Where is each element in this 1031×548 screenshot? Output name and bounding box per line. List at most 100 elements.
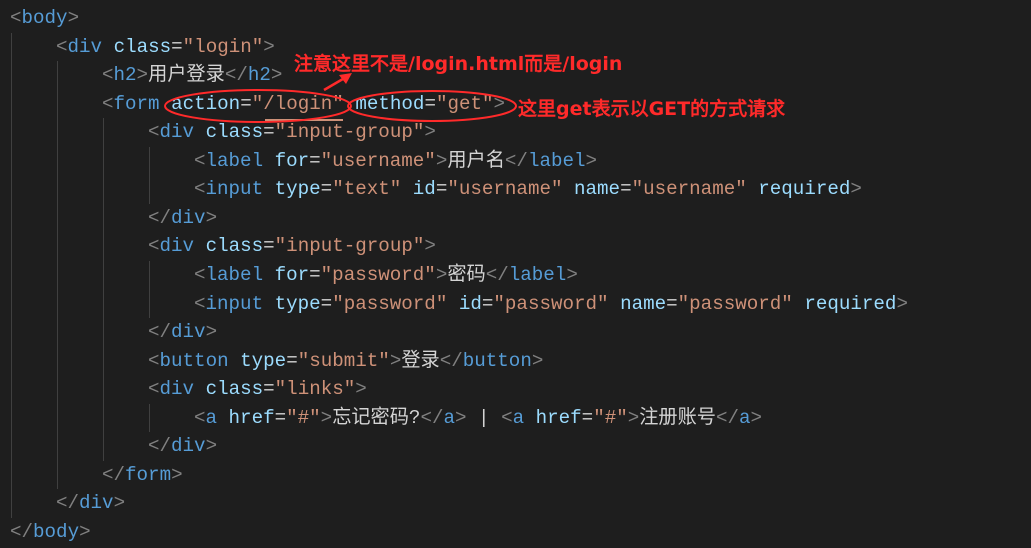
token-eq: = (435, 178, 448, 201)
token-b: > (435, 263, 448, 286)
token-b: > (750, 406, 763, 429)
token-b: </ (420, 406, 444, 429)
token-b: > (566, 263, 578, 286)
code-line[interactable]: </form> (102, 461, 183, 489)
token-b: < (194, 149, 206, 172)
token-attr: class (113, 35, 172, 58)
code-editor[interactable]: <body> <div class="login"> <h2>用户登录</h2> <f… (0, 0, 1031, 548)
token-b: < (148, 121, 160, 144)
code-line[interactable]: <form action="/login" method="get"> (102, 90, 505, 118)
token-tag: a (443, 406, 455, 429)
token-b: > (493, 92, 506, 115)
indent-guide (103, 118, 104, 461)
token-tag: form (113, 92, 160, 115)
token-txt: 注册账号 (639, 406, 716, 429)
code-line[interactable]: <button type="submit">登录</button> (148, 347, 543, 375)
code-line[interactable]: <label for="password">密码</label> (194, 261, 578, 289)
annotation-method-note: 这里get表示以GET的方式请求 (518, 98, 786, 120)
token-attr: required (804, 292, 897, 315)
token-txt: 用户登录 (148, 64, 225, 87)
token-b: </ (439, 349, 463, 372)
token-b: < (148, 349, 160, 372)
token-str: "password" (677, 292, 793, 315)
code-line[interactable]: </body> (10, 518, 91, 546)
token-b: > (67, 7, 80, 29)
token-b: < (194, 263, 206, 286)
token-str: "#" (286, 406, 321, 429)
token-b: > (136, 64, 149, 87)
token-b: < (194, 178, 206, 201)
token-tag: body (21, 7, 68, 29)
token-tag: label (508, 263, 567, 286)
token-txt: 登录 (401, 349, 440, 372)
token-tag: div (79, 492, 114, 515)
code-line[interactable]: <body> (10, 4, 79, 32)
token-attr: href (535, 406, 582, 429)
code-line[interactable]: <label for="username">用户名</label> (194, 147, 597, 175)
token-tag: label (205, 149, 264, 172)
token-b: > (424, 235, 436, 258)
token-str: "username" (631, 178, 747, 201)
token-b: > (320, 406, 333, 429)
token-tag: form (125, 463, 172, 486)
code-line[interactable]: </div> (148, 204, 217, 232)
code-line[interactable]: <input type="text" id="username" name="u… (194, 175, 862, 203)
code-line[interactable]: <div class="input-group"> (148, 232, 436, 260)
token-attr: type (274, 292, 321, 315)
token-b: < (56, 35, 68, 58)
token-b: > (205, 321, 218, 344)
token-txt: 用户名 (447, 149, 505, 172)
token-str: "text" (332, 178, 402, 201)
token-b: > (435, 149, 448, 172)
token-txt: 忘记密码? (332, 406, 421, 429)
token-tag: div (159, 235, 195, 258)
token-eq: = (240, 92, 252, 115)
token-eq: = (481, 292, 494, 315)
token-b: > (355, 378, 367, 401)
token-b: > (896, 292, 908, 315)
token-b: < (148, 235, 160, 258)
token-eq: = (320, 292, 333, 315)
token-b: </ (485, 263, 509, 286)
code-line[interactable]: </div> (148, 432, 217, 460)
token-str: "input-group" (274, 235, 425, 258)
code-line[interactable]: <input type="password" id="password" nam… (194, 290, 908, 318)
token-str: "input-group" (274, 121, 425, 144)
token-b: </ (224, 64, 248, 87)
token-b: > (531, 349, 544, 372)
token-tag: input (205, 178, 264, 201)
token-tag: label (205, 263, 264, 286)
code-line[interactable]: </div> (56, 489, 125, 517)
code-line[interactable]: <div class="links"> (148, 375, 367, 403)
token-tag: div (67, 35, 103, 58)
token-b: > (627, 406, 640, 429)
token-attr: class (205, 235, 264, 258)
token-attr: name (620, 292, 667, 315)
code-line[interactable]: <div class="input-group"> (148, 118, 436, 146)
token-eq: = (309, 149, 321, 172)
token-eq: = (309, 263, 321, 286)
token-eq: = (274, 406, 287, 429)
code-line[interactable]: </div> (148, 318, 217, 346)
token-b: > (270, 64, 283, 87)
token-eq: = (263, 121, 275, 144)
token-tag: input (205, 292, 264, 315)
token-attr: required (758, 178, 851, 201)
token-b: </ (716, 406, 740, 429)
code-line[interactable]: <a href="#">忘记密码?</a> | <a href="#">注册账号… (194, 404, 762, 432)
token-tag: body (33, 520, 80, 543)
token-attr: class (205, 121, 264, 144)
code-line[interactable]: <h2>用户登录</h2> (102, 61, 282, 89)
code-line[interactable]: <div class="login"> (56, 33, 275, 61)
token-b: </ (102, 463, 126, 486)
token-eq: = (581, 406, 594, 429)
token-b: > (850, 178, 862, 201)
token-b: < (102, 64, 114, 87)
token-attr: for (274, 149, 310, 172)
